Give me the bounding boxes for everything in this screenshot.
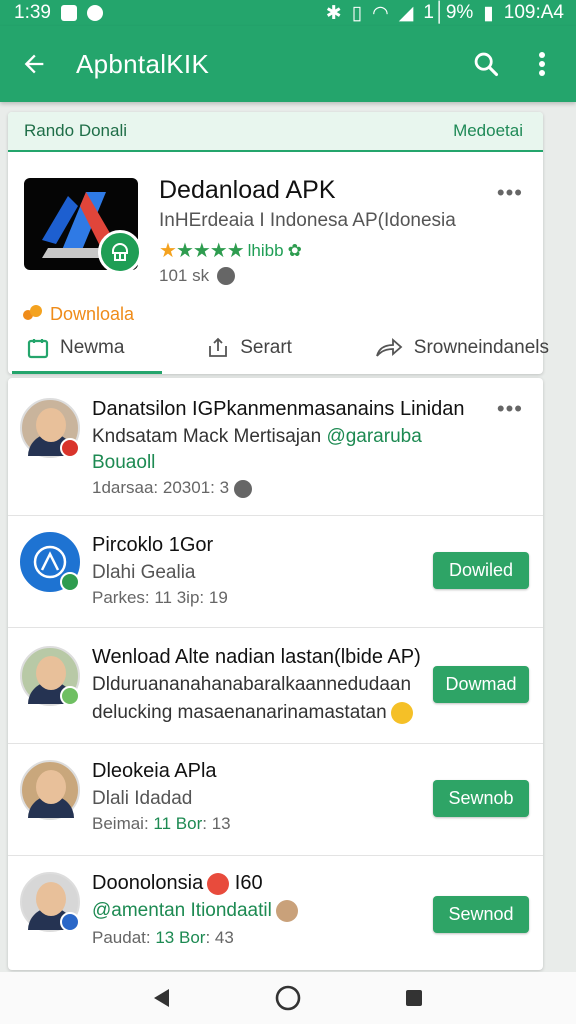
status-bar: 1:39 ✱ ▯ ◠ ◢ 1│9% ▮ 109:A4 <box>0 0 576 26</box>
tab-downloads[interactable]: Srowneindanels <box>374 322 549 374</box>
leaf-icon: ✿ <box>287 240 302 260</box>
app-notification-icon <box>60 5 77 21</box>
download-button[interactable]: Sewnob <box>433 780 529 817</box>
battery-icon: ▮ <box>483 2 494 24</box>
notification-icon <box>86 5 103 21</box>
back-arrow-icon[interactable] <box>16 46 52 82</box>
app-size: 101 sk <box>159 266 210 285</box>
badge-icon <box>60 912 80 932</box>
list-item-line: Kndsatam Mack Mertisajan @gararuba <box>92 426 422 447</box>
forward-arrow-icon <box>375 338 403 357</box>
more-options-icon[interactable]: ••• <box>497 180 523 206</box>
list-item[interactable]: Dleokeia APla Dlali Idadad Beimai: 11 Bo… <box>8 744 543 856</box>
clock-icon <box>217 267 236 285</box>
list-item-title: Wenload Alte nadian lastan(lbide AP) <box>92 646 421 668</box>
tab-news[interactable]: Newma <box>11 322 163 374</box>
list-item[interactable]: Pircoklo 1Gor Dlahi Gealia Parkes: 11 3i… <box>8 516 543 628</box>
list-item[interactable]: Doonolonsia I60 @amentan Itiondaatil Pau… <box>8 856 543 970</box>
list-item-meta: 1darsaa: 20301: 3 <box>92 478 252 498</box>
badge-icon <box>60 438 80 458</box>
status-clock: 109:A4 <box>503 2 564 23</box>
list-item-title: Danatsilon IGPkanmenmasanains Linidan <box>92 398 465 420</box>
app-meta: 101 sk <box>159 266 236 286</box>
list-item-line: Bouaoll <box>92 452 156 473</box>
app-subtitle: InHErdeaia I Indonesa AP(Idonesia <box>159 210 456 231</box>
search-icon[interactable] <box>468 46 504 82</box>
home-nav-icon[interactable] <box>274 984 302 1012</box>
back-nav-icon[interactable] <box>151 987 173 1009</box>
overflow-menu-icon[interactable] <box>524 46 560 82</box>
rating-text: lhibb <box>247 240 284 260</box>
wifi-icon: ◠ <box>372 2 389 24</box>
badge-icon <box>60 686 80 706</box>
signal-icon: ◢ <box>398 2 414 24</box>
card-header: Rando Donali Medoetai <box>8 112 543 152</box>
tab-bar: Newma Serart Srowneindanels <box>8 322 549 374</box>
page-title: ApbntalKIK <box>76 48 210 79</box>
list-item-line: Dlahi Gealia <box>92 562 196 583</box>
badge-icon <box>60 572 80 592</box>
list-item-title: Dleokeia APla <box>92 760 217 782</box>
list-item-meta: Paudat: 13 Bor: 43 <box>92 928 234 947</box>
star-rating-icon: ★★★★★ <box>159 240 245 262</box>
battery-percent: 1│9% <box>423 2 474 23</box>
tab-downloads-label: Srowneindanels <box>413 337 549 358</box>
emoji-icon <box>207 872 230 895</box>
android-badge-icon <box>98 230 142 274</box>
list-item-line: delucking masaenanarinamastatan <box>92 702 413 724</box>
app-logo-icon[interactable] <box>24 178 142 274</box>
tab-share-label: Serart <box>240 337 292 358</box>
emoji-icon <box>390 702 413 724</box>
system-nav-bar <box>0 972 576 1024</box>
list-item-meta: Parkes: 11 3ip: 19 <box>92 588 228 607</box>
list-item-line: @amentan Itiondaatil <box>92 900 298 922</box>
status-time: 1:39 <box>14 2 51 23</box>
emoji-icon <box>275 900 298 922</box>
more-options-icon[interactable]: ••• <box>497 396 523 422</box>
avatar <box>20 532 80 592</box>
download-button[interactable]: Dowmad <box>433 666 529 703</box>
card-header-label: Rando Donali <box>24 121 128 140</box>
vibrate-icon: ▯ <box>351 2 363 24</box>
app-rating: ★★★★★ lhibb ✿ <box>159 238 302 263</box>
app-name: Dedanload APK <box>159 176 336 204</box>
share-icon <box>209 337 228 357</box>
download-button[interactable]: Dowiled <box>433 552 529 589</box>
avatar <box>20 646 80 706</box>
list-item-meta: Beimai: 11 Bor: 13 <box>92 814 231 833</box>
list-item[interactable]: Wenload Alte nadian lastan(lbide AP) Dld… <box>8 628 543 744</box>
doc-icon <box>27 339 49 359</box>
card-header-link[interactable]: Medoetai <box>453 121 523 141</box>
list-item[interactable]: Danatsilon IGPkanmenmasanains Linidan Kn… <box>8 378 543 516</box>
app-bar: ApbntalKIK <box>0 26 576 102</box>
list-item-line: Dlali Idadad <box>92 788 193 809</box>
list-item-title: Doonolonsia I60 <box>92 872 263 895</box>
featured-app-card: Rando Donali Medoetai Dedanload APK ••• … <box>8 112 549 374</box>
app-list: Danatsilon IGPkanmenmasanains Linidan Kn… <box>8 378 543 970</box>
avatar <box>20 398 80 458</box>
tab-news-label: Newma <box>60 337 125 358</box>
avatar <box>20 872 80 932</box>
avatar <box>20 760 80 820</box>
tab-share[interactable]: Serart <box>206 322 292 374</box>
bluetooth-icon: ✱ <box>325 2 342 24</box>
clock-icon <box>233 479 252 498</box>
download-button[interactable]: Sewnod <box>433 896 529 933</box>
recents-nav-icon[interactable] <box>403 987 425 1009</box>
list-item-title: Pircoklo 1Gor <box>92 534 214 556</box>
list-item-line: Dlduruananahanabaralkaannedudaan <box>92 674 412 695</box>
